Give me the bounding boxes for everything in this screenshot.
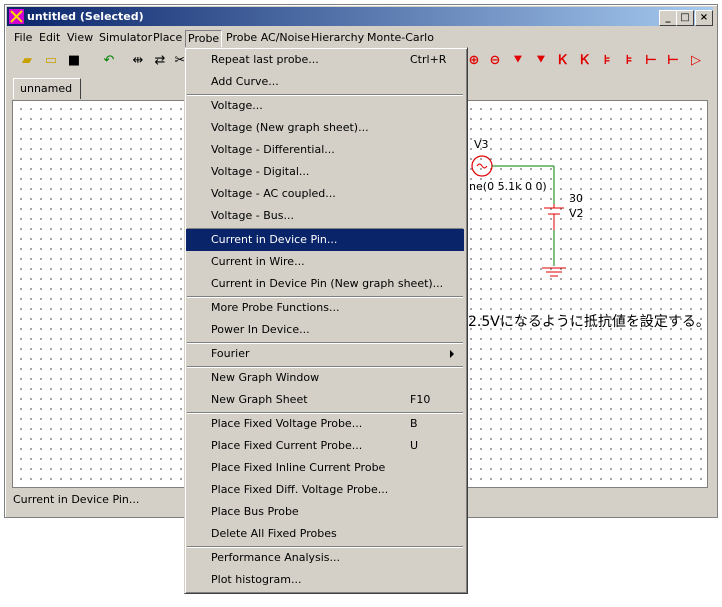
menu-item-current-in-device-pin[interactable]: Current in Device Pin... [186,229,464,251]
menu-place[interactable]: Place [151,30,184,46]
v3-value: ine(0 5.1k 0 0) [466,180,547,193]
menu-item-new-graph-sheet[interactable]: New Graph Sheet F10 [186,389,464,411]
minimize-button[interactable]: _ [659,10,677,26]
undo-icon[interactable]: ↶ [100,52,118,70]
jfet-icon[interactable]: ⊢ [642,52,660,70]
menu-item-add-curve[interactable]: Add Curve... [186,71,464,93]
menu-item-voltage-bus[interactable]: Voltage - Bus... [186,205,464,227]
menu-item-current-in-device-pin-new-sheet[interactable]: Current in Device Pin (New graph sheet).… [186,273,464,295]
schematic-note: 2.5Vになるように抵抗値を設定する。 [468,314,710,330]
minimize-icon: _ [665,12,671,23]
menu-item-place-bus-probe[interactable]: Place Bus Probe [186,501,464,523]
pmos-icon[interactable]: ⊧ [620,52,638,70]
menu-item-voltage[interactable]: Voltage... [186,95,464,117]
menu-item-voltage-new-graph-sheet[interactable]: Voltage (New graph sheet)... [186,117,464,139]
menu-item-performance-analysis[interactable]: Performance Analysis... [186,547,464,569]
close-icon: × [699,12,709,23]
menu-item-current-in-wire[interactable]: Current in Wire... [186,251,464,273]
menu-item-repeat-last-probe[interactable]: Repeat last probe... Ctrl+R [186,49,464,71]
open-folder-icon[interactable]: ▰ [18,52,36,70]
npn-icon[interactable]: Ꮶ [554,52,572,70]
submenu-arrow-icon [450,350,454,358]
menu-item-voltage-ac-coupled[interactable]: Voltage - AC coupled... [186,183,464,205]
maximize-button[interactable]: □ [676,10,694,26]
v2-label: V2 [569,207,584,220]
zener-icon[interactable]: ⯆ [532,52,550,70]
menu-item-delete-all-fixed-probes[interactable]: Delete All Fixed Probes [186,523,464,545]
tab-unnamed[interactable]: unnamed [13,78,81,99]
maximize-icon: □ [680,12,690,23]
nmos-icon[interactable]: ⊧ [598,52,616,70]
tab-label: unnamed [20,82,73,95]
close-button[interactable]: × [695,10,713,26]
pnp-icon[interactable]: Ꮶ [576,52,594,70]
app-icon [9,9,24,24]
v3-label: V3 [474,138,489,151]
opamp-icon[interactable]: ▷ [687,52,705,70]
flip-icon[interactable]: ⇹ [129,52,147,70]
ac-source-icon[interactable]: ⊖ [486,52,504,70]
menu-item-voltage-digital[interactable]: Voltage - Digital... [186,161,464,183]
window-title: untitled (Selected) [27,10,144,23]
schematic-drawing [471,155,566,277]
rotate-icon[interactable]: ⇄ [151,52,169,70]
menu-probe-ac-noise[interactable]: Probe AC/Noise [224,30,312,46]
menu-file[interactable]: File [12,30,34,46]
menu-item-place-fixed-diff-voltage-probe[interactable]: Place Fixed Diff. Voltage Probe... [186,479,464,501]
diode-icon[interactable]: ⯆ [509,52,527,70]
menu-item-fourier[interactable]: Fourier [186,343,464,365]
menu-item-place-fixed-current-probe[interactable]: Place Fixed Current Probe... U [186,435,464,457]
menu-item-plot-histogram[interactable]: Plot histogram... [186,569,464,591]
menu-simulator[interactable]: Simulator [97,30,154,46]
v3-sine-glyph [476,163,488,169]
save-icon[interactable]: ■ [65,52,83,70]
menu-item-place-fixed-inline-current-probe[interactable]: Place Fixed Inline Current Probe [186,457,464,479]
menu-view[interactable]: View [65,30,95,46]
menu-edit[interactable]: Edit [37,30,62,46]
menu-probe[interactable]: Probe [185,30,223,48]
jfet-p-icon[interactable]: ⊢ [664,52,682,70]
v2-number: 30 [569,192,583,205]
menu-item-power-in-device[interactable]: Power In Device... [186,319,464,341]
menu-item-new-graph-window[interactable]: New Graph Window [186,367,464,389]
menu-hierarchy[interactable]: Hierarchy [309,30,366,46]
open-icon[interactable]: ▭ [42,52,60,70]
menu-item-more-probe-functions[interactable]: More Probe Functions... [186,297,464,319]
menu-monte-carlo[interactable]: Monte-Carlo [365,30,436,46]
menu-item-voltage-differential[interactable]: Voltage - Differential... [186,139,464,161]
status-bar-text: Current in Device Pin... [13,493,140,506]
menu-item-place-fixed-voltage-probe[interactable]: Place Fixed Voltage Probe... B [186,413,464,435]
